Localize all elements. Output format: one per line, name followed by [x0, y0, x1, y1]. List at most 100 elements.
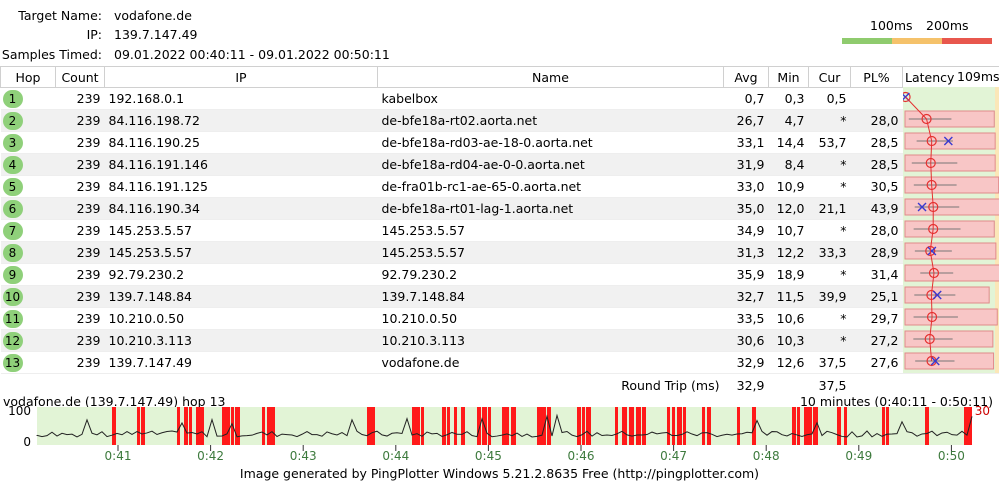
timeline-panel: vodafone.de (139.7.147.49) hop 13 10 min… [0, 393, 999, 463]
x-axis-label: 0:44 [382, 449, 409, 463]
col-hop[interactable]: Hop [0, 66, 56, 88]
hop-ip: 139.7.147.49 [104, 351, 378, 374]
packet-loss-spike [925, 407, 929, 445]
hop-row[interactable]: 10 239 139.7.148.84 139.7.148.84 32,7 11,5 39,… [0, 285, 999, 308]
latency-graph [903, 87, 999, 373]
y-axis-bottom-label: 0 [23, 435, 31, 449]
hop-count: 239 [55, 131, 105, 154]
col-pl[interactable]: PL% [850, 66, 903, 88]
hop-number-badge: 12 [2, 331, 23, 350]
col-ip[interactable]: IP [104, 66, 378, 88]
packet-loss-spike [615, 407, 618, 445]
hop-number-badge: 11 [2, 309, 23, 328]
hop-row[interactable]: 13 239 139.7.147.49 vodafone.de 32,9 12,6 37,5… [0, 351, 999, 374]
hop-row[interactable]: 4 239 84.116.191.146 de-bfe18a-rd04-ae-0-0.… [0, 153, 999, 176]
hop-name: de-bfe18a-rd03-ae-18-0.aorta.net [377, 131, 724, 154]
hop-ip: 139.7.148.84 [104, 285, 378, 308]
hop-count: 239 [55, 241, 105, 264]
hop-avg: 33,1 [723, 131, 769, 154]
hop-row[interactable]: 1 239 192.168.0.1 kabelbox 0,7 0,3 0,5 [0, 87, 999, 110]
col-min[interactable]: Min [768, 66, 809, 88]
hop-avg: 32,7 [723, 285, 769, 308]
hop-name: de-bfe18a-rd04-ae-0-0.aorta.net [377, 153, 724, 176]
hop-number-badge: 8 [2, 243, 23, 262]
hop-min: 4,7 [768, 109, 809, 132]
packet-loss-spike [586, 407, 591, 445]
hop-number-badge: 10 [2, 287, 23, 306]
packet-loss-spike [367, 407, 372, 445]
hop-number-badge: 13 [2, 353, 23, 372]
samples-timed-value: 09.01.2022 00:40:11 - 09.01.2022 00:50:1… [114, 47, 390, 62]
hop-avg: 31,3 [723, 241, 769, 264]
hop-row[interactable]: 6 239 84.116.190.34 de-bfe18a-rt01-lag-1.ao… [0, 197, 999, 220]
trace-table: Hop Count IP Name Avg Min Cur PL% Latenc… [0, 66, 999, 397]
hop-min: 18,9 [768, 263, 809, 286]
hop-min: 11,5 [768, 285, 809, 308]
hop-count: 239 [55, 263, 105, 286]
packet-loss-spike [886, 407, 889, 445]
col-avg[interactable]: Avg [723, 66, 769, 88]
col-name[interactable]: Name [377, 66, 724, 88]
packet-loss-spike [677, 407, 682, 445]
hop-cur: * [808, 175, 851, 198]
hop-count: 239 [55, 109, 105, 132]
x-axis-label: 0:46 [568, 449, 595, 463]
latency-warn-zone [995, 87, 999, 373]
hop-number-badge: 9 [2, 265, 23, 284]
footer-credit: Image generated by PingPlotter Windows 5… [0, 463, 999, 484]
hop-count: 239 [55, 219, 105, 242]
ip-label: IP: [86, 27, 102, 42]
packet-loss-spike [416, 407, 420, 445]
packet-loss-spike [141, 407, 145, 445]
hop-packet-loss: 31,4 [850, 263, 903, 286]
hop-min: 10,9 [768, 175, 809, 198]
hop-min: 10,6 [768, 307, 809, 330]
hop-row[interactable]: 12 239 10.210.3.113 10.210.3.113 30,6 10,3 * 27… [0, 329, 999, 352]
hop-row[interactable]: 8 239 145.253.5.57 145.253.5.57 31,3 12,2 33,3… [0, 241, 999, 264]
hop-packet-loss: 28,9 [850, 241, 903, 264]
packet-loss-spike [797, 407, 800, 445]
hop-ip: 84.116.191.146 [104, 153, 378, 176]
packet-loss-spike [200, 407, 204, 445]
packet-loss-spike [137, 407, 140, 445]
hop-row[interactable]: 11 239 10.210.0.50 10.210.0.50 33,5 10,6 * 29,7 [0, 307, 999, 330]
x-axis-label: 0:47 [660, 449, 687, 463]
hop-avg: 34,9 [723, 219, 769, 242]
hop-row[interactable]: 9 239 92.79.230.2 92.79.230.2 35,9 18,9 * 31,4 [0, 263, 999, 286]
packet-loss-spike [189, 407, 192, 445]
packet-loss-spike [412, 407, 416, 445]
packet-loss-spike [196, 407, 200, 445]
target-name-value: vodafone.de [114, 8, 192, 23]
hop-row[interactable]: 5 239 84.116.191.125 de-fra01b-rc1-ae-65-0.… [0, 175, 999, 198]
packet-loss-spike [421, 407, 424, 445]
hop-packet-loss: 28,5 [850, 131, 903, 154]
hop-number-badge: 5 [2, 177, 23, 196]
hop-ip: 10.210.0.50 [104, 307, 378, 330]
x-axis-label: 0:41 [105, 449, 132, 463]
packet-loss-spike [968, 407, 972, 445]
hop-ip: 192.168.0.1 [104, 87, 378, 110]
target-name-label: Target Name: [18, 8, 102, 23]
packet-loss-spike [537, 407, 542, 445]
packet-loss-spike [642, 407, 646, 445]
packet-loss-spike [511, 407, 516, 445]
hop-cur: 33,3 [808, 241, 851, 264]
packet-loss-spike [577, 407, 581, 445]
hop-cur: * [808, 307, 851, 330]
hop-row[interactable]: 3 239 84.116.190.25 de-bfe18a-rd03-ae-18-0.… [0, 131, 999, 154]
hop-packet-loss: 29,7 [850, 307, 903, 330]
hop-avg: 31,9 [723, 153, 769, 176]
legend-yellow-band [892, 38, 942, 44]
legend-200ms: 200ms [926, 18, 969, 33]
hop-cur: * [808, 109, 851, 132]
hop-cur: 37,5 [808, 351, 851, 374]
packet-loss-spike [809, 407, 812, 445]
col-cur[interactable]: Cur [808, 66, 851, 88]
hop-row[interactable]: 2 239 84.116.198.72 de-bfe18a-rt02.aorta.ne… [0, 109, 999, 132]
col-latency[interactable]: Latency 109ms [902, 66, 999, 88]
packet-loss-spike [235, 407, 240, 445]
col-count[interactable]: Count [55, 66, 105, 88]
hop-name: kabelbox [377, 87, 724, 110]
hop-number-badge: 7 [2, 221, 23, 240]
hop-row[interactable]: 7 239 145.253.5.57 145.253.5.57 34,9 10,7 * 28,… [0, 219, 999, 242]
